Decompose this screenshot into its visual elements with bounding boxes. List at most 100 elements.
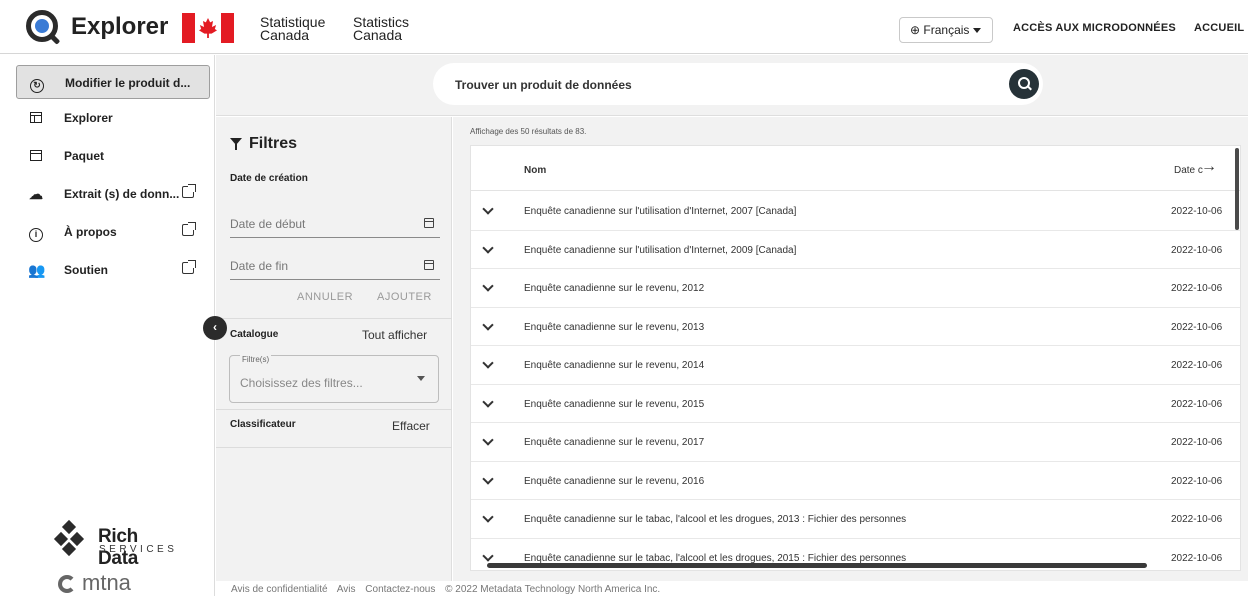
add-button[interactable]: AJOUTER: [377, 291, 432, 303]
calendar-icon[interactable]: [424, 218, 434, 228]
row-date: 2022-10-06: [1171, 398, 1223, 410]
catalog-filter-select[interactable]: Filtre(s) Choisissez des filtres...: [229, 355, 439, 403]
chevron-down-icon[interactable]: [483, 359, 492, 368]
search-bar-row: Trouver un produit de données: [216, 55, 1248, 116]
app-name[interactable]: Explorer: [71, 13, 168, 41]
table-row[interactable]: Enquête canadienne sur le tabac, l'alcoo…: [471, 500, 1240, 539]
rds-mark-icon: [52, 519, 86, 557]
sidebar-item-explorer[interactable]: Explorer: [16, 101, 210, 135]
sidebar-item-modify-product[interactable]: ↻ Modifier le produit d...: [16, 65, 210, 99]
rich-data-services-logo: Rich Data SERVICES: [52, 518, 182, 569]
search-input[interactable]: Trouver un produit de données: [433, 63, 1043, 105]
language-dropdown[interactable]: ⊕ Français: [899, 17, 993, 43]
statcan-english-name[interactable]: Statistics Canada: [353, 15, 409, 43]
chevron-down-icon[interactable]: [483, 398, 492, 407]
row-name: Enquête canadienne sur le revenu, 2014: [524, 360, 705, 371]
divider: [216, 447, 452, 448]
mtna-logo-icon: [58, 575, 76, 593]
horizontal-scrollbar[interactable]: [487, 563, 1147, 568]
row-date: 2022-10-06: [1171, 475, 1223, 487]
chevron-down-icon[interactable]: [483, 244, 492, 253]
table-row[interactable]: Enquête canadienne sur le revenu, 2015 20…: [471, 385, 1240, 423]
row-name: Enquête canadienne sur l'utilisation d'I…: [524, 244, 797, 256]
package-icon: [28, 148, 44, 164]
sidebar-item-support[interactable]: 👥 Soutien: [16, 253, 210, 287]
start-date-field[interactable]: Date de début: [230, 208, 440, 238]
creation-date-label: Date de création: [230, 173, 308, 184]
sidebar-item-data-extracts[interactable]: ☁ Extrait (s) de donn...: [16, 177, 210, 211]
end-date-field[interactable]: Date de fin: [230, 250, 440, 280]
sidebar-item-label: Soutien: [64, 263, 108, 277]
calendar-icon[interactable]: [424, 260, 434, 270]
sidebar-item-label: Explorer: [64, 111, 113, 125]
chevron-down-icon[interactable]: [483, 205, 492, 214]
contact-link[interactable]: Contactez-nous: [365, 584, 435, 595]
table-row[interactable]: Enquête canadienne sur le revenu, 2013 20…: [471, 308, 1240, 346]
clear-button[interactable]: Effacer: [392, 419, 430, 433]
table-row[interactable]: Enquête canadienne sur le revenu, 2012 20…: [471, 269, 1240, 308]
start-date-placeholder: Date de début: [230, 217, 306, 231]
row-date: 2022-10-06: [1171, 283, 1223, 294]
caret-down-icon: [973, 28, 982, 34]
home-link[interactable]: ACCUEIL: [1194, 22, 1244, 34]
results-table: Nom Date c → Enquête canadienne sur l'ut…: [470, 145, 1241, 571]
sidebar-item-label: À propos: [64, 225, 117, 239]
show-all-button[interactable]: Tout afficher: [362, 328, 427, 342]
sidebar-item-about[interactable]: i À propos: [16, 215, 210, 249]
table-row[interactable]: Enquête canadienne sur le revenu, 2016 20…: [471, 462, 1240, 500]
row-date: 2022-10-06: [1171, 552, 1223, 564]
info-icon: i: [28, 224, 44, 242]
row-name: Enquête canadienne sur le revenu, 2015: [524, 398, 705, 410]
table-row[interactable]: Enquête canadienne sur le revenu, 2017 20…: [471, 423, 1240, 462]
canada-flag-icon: [182, 13, 234, 43]
chevron-down-icon[interactable]: [483, 282, 492, 291]
notice-link[interactable]: Avis: [337, 584, 356, 595]
cloud-download-icon: ☁: [29, 186, 43, 202]
vertical-scrollbar[interactable]: [1234, 146, 1240, 570]
row-name: Enquête canadienne sur le revenu, 2013: [524, 321, 705, 333]
row-date: 2022-10-06: [1171, 321, 1223, 333]
table-row[interactable]: Enquête canadienne sur l'utilisation d'I…: [471, 231, 1240, 269]
statcan-en-line2: Canada: [353, 27, 403, 43]
cancel-button[interactable]: ANNULER: [297, 291, 353, 303]
filters-title: Filtres: [249, 135, 298, 152]
language-label: ⊕ Français: [910, 23, 970, 37]
chevron-down-icon[interactable]: [483, 321, 492, 330]
explorer-logo-icon[interactable]: [26, 10, 58, 42]
sidebar-item-label: Modifier le produit d...: [65, 76, 191, 90]
row-name: Enquête canadienne sur le tabac, l'alcoo…: [524, 514, 907, 525]
external-link-icon: [182, 184, 196, 198]
column-header-name[interactable]: Nom: [524, 165, 546, 176]
collapse-sidebar-button[interactable]: ‹: [203, 316, 227, 340]
chevron-down-icon[interactable]: [483, 552, 492, 561]
row-date: 2022-10-06: [1171, 514, 1223, 525]
statcan-french-name[interactable]: Statistique Canada: [260, 15, 325, 43]
arrow-right-icon[interactable]: →: [1201, 158, 1217, 176]
search-button[interactable]: [1009, 69, 1039, 99]
filters-panel: Filtres Date de création Date de début D…: [216, 117, 452, 581]
chevron-down-icon[interactable]: [483, 513, 492, 522]
privacy-link[interactable]: Avis de confidentialité: [231, 584, 328, 595]
table-row[interactable]: Enquête canadienne sur l'utilisation d'I…: [471, 192, 1240, 231]
search-placeholder: Trouver un produit de données: [455, 78, 632, 92]
chevron-down-icon[interactable]: [483, 475, 492, 484]
footer: Avis de confidentialité Avis Contactez-n…: [231, 584, 667, 595]
table-header: Nom Date c →: [471, 146, 1240, 191]
sidebar-item-label: Paquet: [64, 149, 105, 163]
table-row[interactable]: Enquête canadienne sur le revenu, 2014 20…: [471, 346, 1240, 385]
row-name: Enquête canadienne sur le revenu, 2017: [524, 437, 705, 448]
table-icon: [28, 110, 44, 126]
sidebar-item-package[interactable]: Paquet: [16, 139, 210, 173]
microdata-access-link[interactable]: ACCÈS AUX MICRODONNÉES: [1013, 22, 1176, 34]
row-date: 2022-10-06: [1171, 360, 1223, 371]
chevron-down-icon[interactable]: [483, 436, 492, 445]
rds-subtitle: SERVICES: [99, 544, 178, 555]
column-header-date[interactable]: Date c: [1174, 165, 1203, 176]
external-link-icon: [182, 260, 196, 274]
sidebar: ↻ Modifier le produit d... Explorer Paqu…: [0, 55, 215, 596]
statcan-fr-line2: Canada: [260, 27, 310, 43]
row-name: Enquête canadienne sur l'utilisation d'I…: [524, 206, 797, 217]
sidebar-item-label: Extrait (s) de donn...: [64, 187, 180, 201]
row-name: Enquête canadienne sur le revenu, 2016: [524, 475, 705, 487]
divider: [216, 409, 452, 410]
